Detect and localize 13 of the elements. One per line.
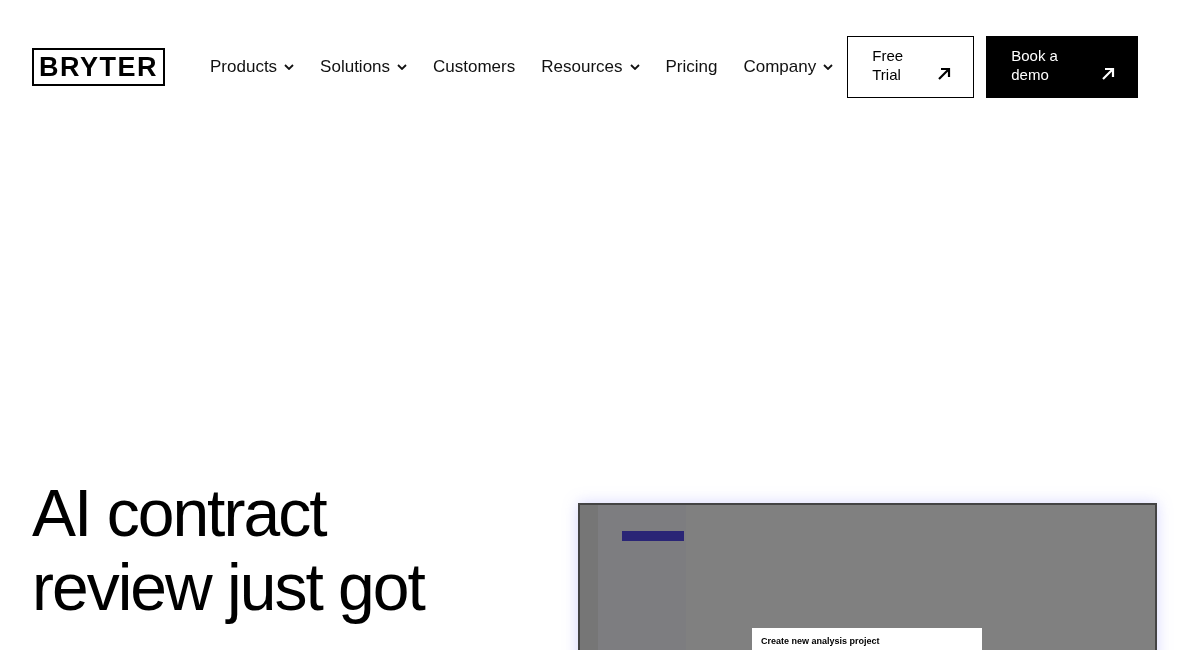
cta-button[interactable]: Book a demo bbox=[986, 36, 1139, 98]
nav-link[interactable]: Pricing bbox=[665, 57, 718, 77]
nav-link[interactable]: Solutions bbox=[320, 57, 408, 77]
nav-link[interactable]: Customers bbox=[433, 57, 516, 77]
hero-headline: AI contract review just got bbox=[32, 476, 426, 626]
arrow-up-right-icon bbox=[937, 67, 952, 81]
arrow-up-right-icon bbox=[1101, 67, 1116, 81]
cta-button[interactable]: Free Trial bbox=[847, 36, 975, 98]
nav-link[interactable]: Products bbox=[210, 57, 295, 77]
nav-link[interactable]: Resources bbox=[541, 57, 640, 77]
dialog-title: Create new analysis project bbox=[761, 636, 881, 646]
nav-link[interactable]: Company bbox=[743, 57, 834, 77]
logo[interactable]: BRYTER bbox=[32, 48, 165, 86]
